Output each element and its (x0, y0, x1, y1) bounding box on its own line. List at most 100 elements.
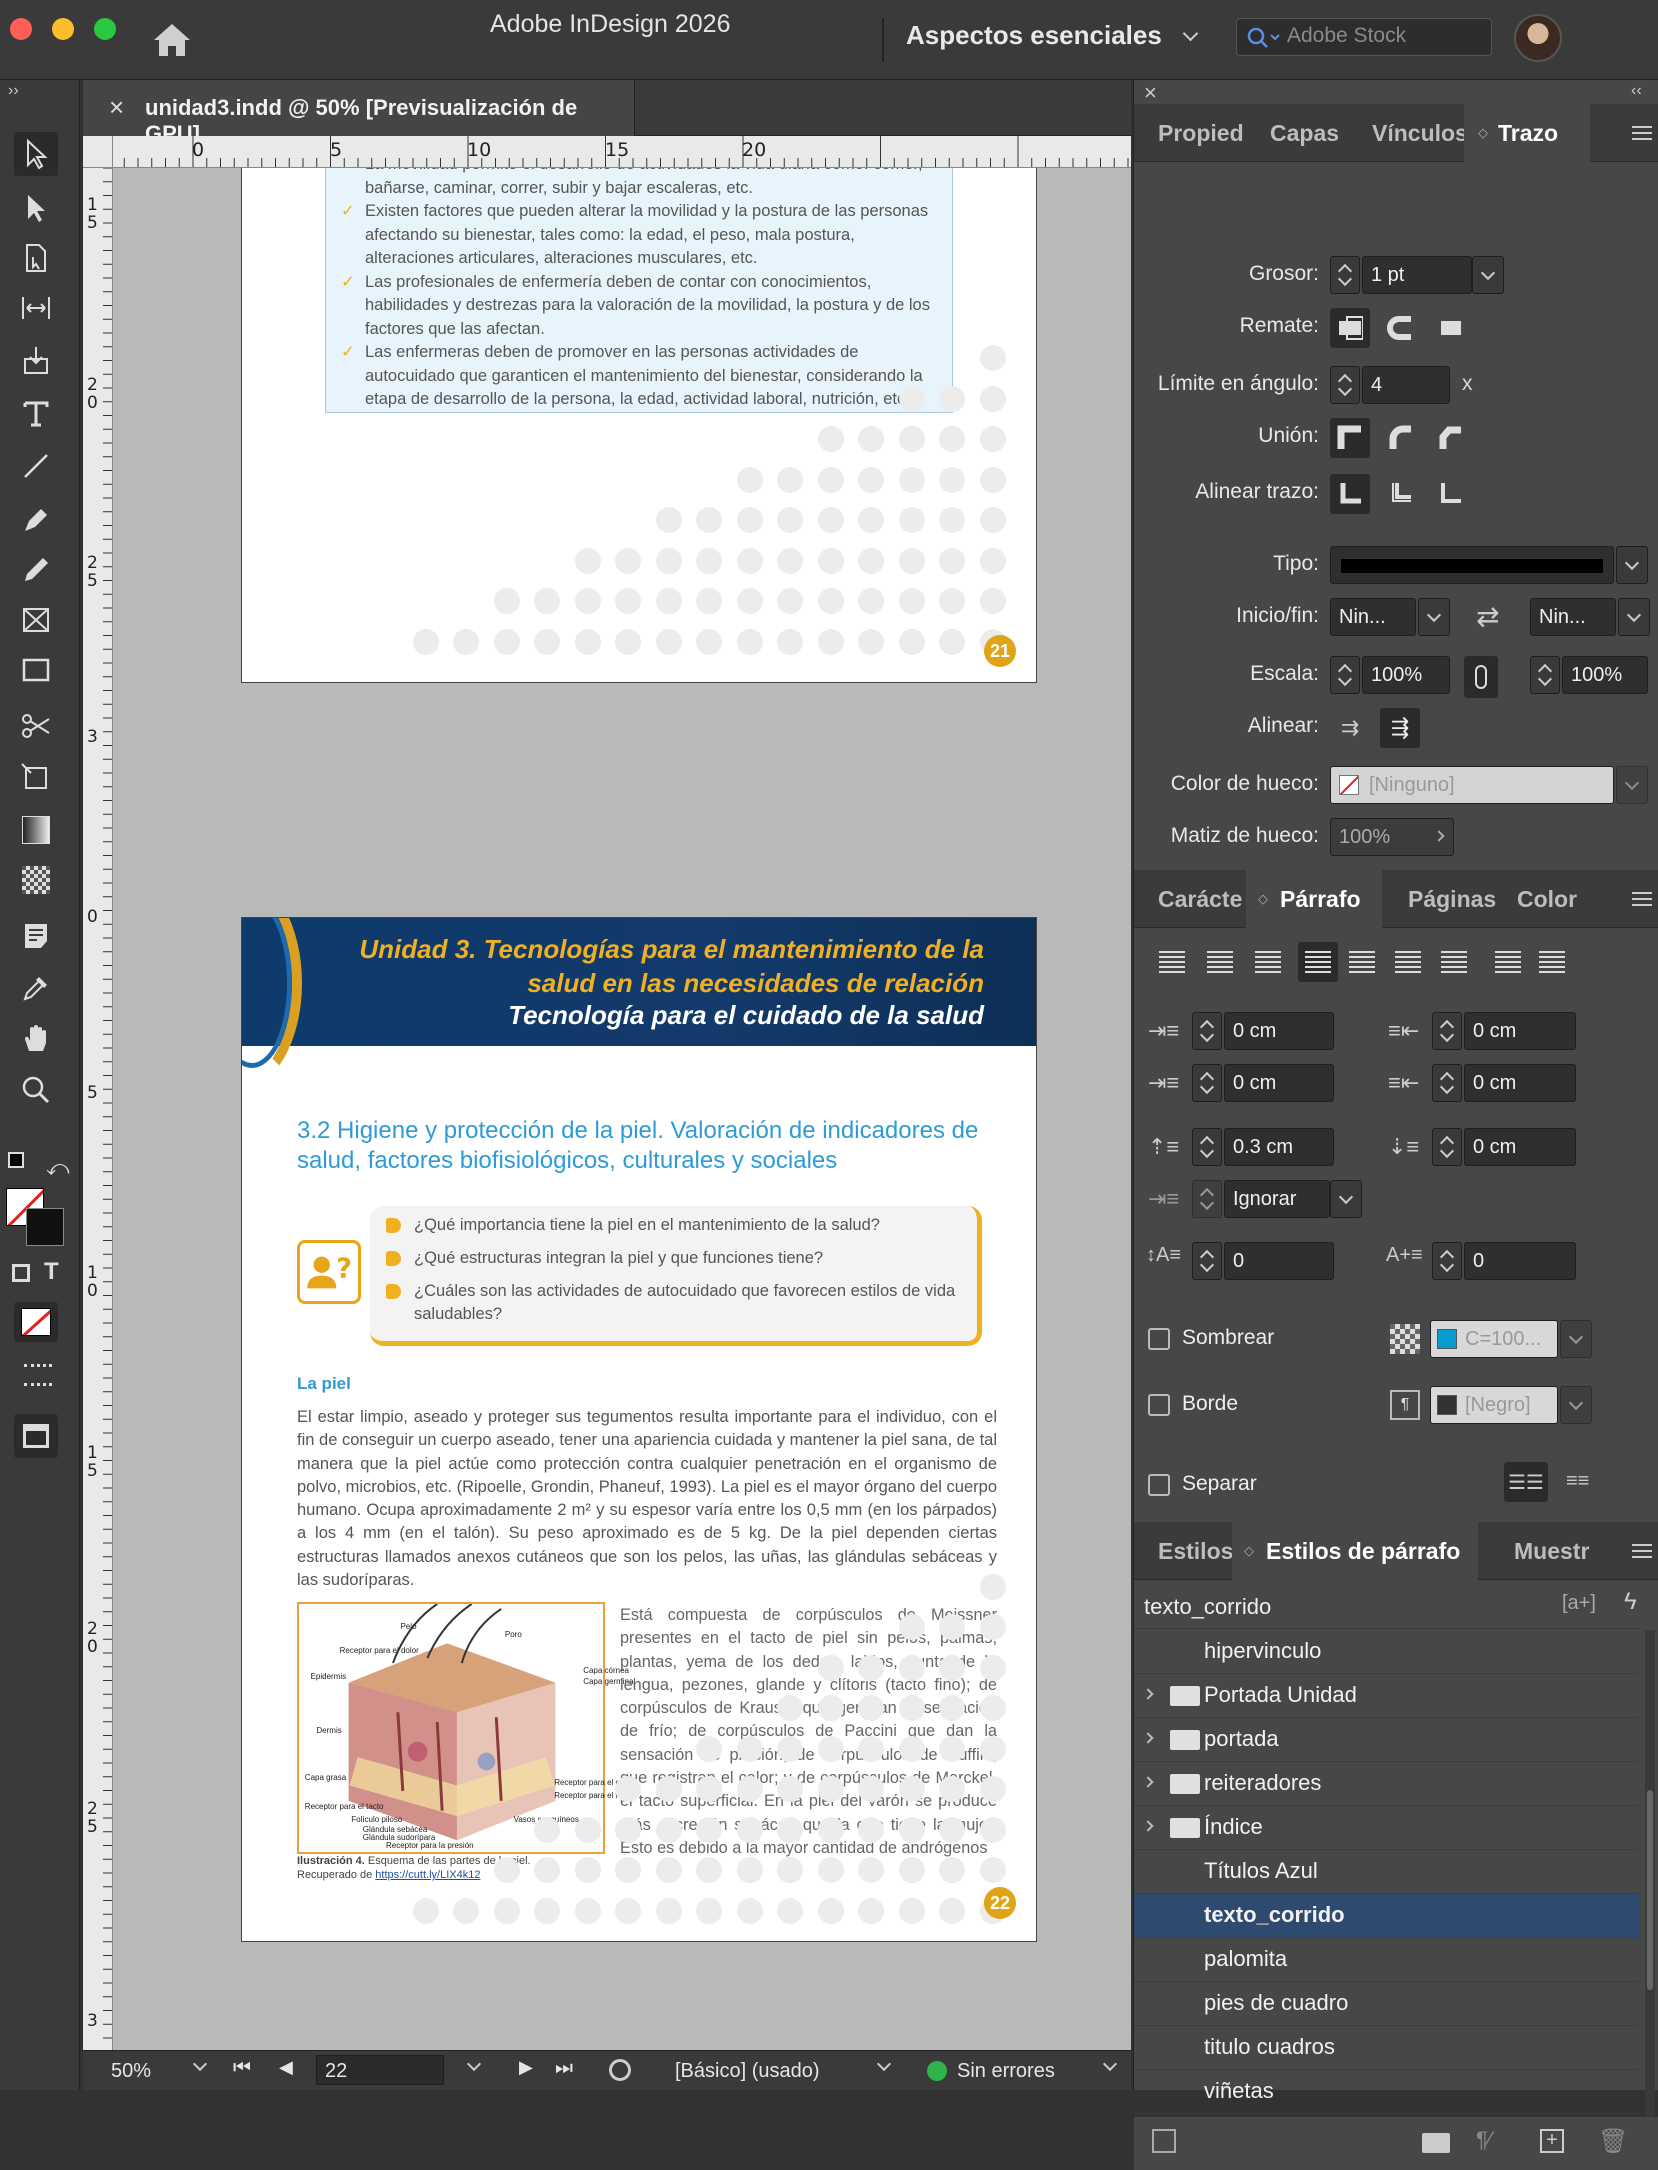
grid-align-dropdown[interactable] (1330, 1180, 1362, 1218)
drop-cap-chars-field[interactable]: 0 (1464, 1242, 1576, 1280)
span-columns-button[interactable]: ☰☰ (1504, 1462, 1548, 1502)
paragraph-style-item[interactable]: texto_corrido (1134, 1894, 1639, 1938)
quick-apply-icon[interactable]: ϟ (1624, 1588, 1637, 1616)
split-columns-icon[interactable]: ≡≡ (1566, 1470, 1589, 1493)
avatar[interactable] (1514, 14, 1562, 62)
paragraph-style-item[interactable]: hipervinculo (1134, 1630, 1639, 1674)
errors-dropdown-icon[interactable] (1102, 2056, 1118, 2072)
align-away-from-spine-button[interactable] (1532, 942, 1572, 982)
chevron-right-icon[interactable] (1142, 1688, 1154, 1700)
border-settings-icon[interactable]: ¶ (1390, 1390, 1420, 1420)
document-tab[interactable]: × unidad3.indd @ 50% [Previsualización d… (83, 80, 635, 146)
paragraph-style-item[interactable]: palomita (1134, 1938, 1639, 1982)
bevel-join-button[interactable] (1430, 418, 1470, 458)
weight-dropdown[interactable] (1472, 256, 1504, 294)
justify-all-button[interactable] (1434, 942, 1474, 982)
chevron-right-icon[interactable] (1142, 1732, 1154, 1744)
round-cap-button[interactable] (1380, 308, 1420, 348)
gradient-tool[interactable] (14, 808, 58, 852)
zoom-level[interactable]: 50% (111, 2060, 151, 2083)
tab-swatches[interactable]: Muestr (1514, 1522, 1594, 1580)
space-after-field[interactable]: 0 cm (1464, 1128, 1576, 1166)
tab-links[interactable]: Vínculos (1372, 104, 1470, 162)
new-folder-icon[interactable] (1422, 2133, 1450, 2153)
close-tab-icon[interactable]: × (109, 92, 124, 123)
grid-align-field[interactable]: Ignorar (1224, 1180, 1330, 1218)
tab-paragraph[interactable]: ◇ Párrafo (1246, 870, 1382, 928)
type-tool[interactable] (14, 392, 58, 436)
align-extend-button[interactable]: ⇉ (1330, 708, 1370, 748)
horizontal-ruler[interactable]: 0 5 10 15 20 (83, 136, 1131, 168)
swap-arrows-icon[interactable]: ⇄ (1476, 600, 1499, 633)
butt-cap-button[interactable] (1330, 308, 1370, 348)
default-colors-icon[interactable] (8, 1152, 24, 1168)
drop-cap-lines-field[interactable]: 0 (1224, 1242, 1334, 1280)
tab-color[interactable]: Color (1517, 870, 1577, 928)
home-icon[interactable] (150, 20, 194, 60)
page-number-field[interactable]: 22 (316, 2055, 444, 2085)
zoom-window-button[interactable] (94, 18, 116, 40)
justify-left-button[interactable] (1298, 942, 1338, 982)
shading-checkbox[interactable] (1148, 1328, 1170, 1350)
page-22[interactable]: Unidad 3. Tecnologías para el mantenimie… (241, 917, 1037, 1942)
space-before-field[interactable]: 0.3 cm (1224, 1128, 1334, 1166)
style-override-icon[interactable] (1152, 2129, 1176, 2153)
eyedropper-tool[interactable] (14, 966, 58, 1010)
next-page-button[interactable]: ▶ (519, 2057, 533, 2078)
new-style-from-selection-icon[interactable]: [a+] (1562, 1592, 1596, 1615)
left-indent-stepper[interactable] (1192, 1012, 1222, 1050)
formatting-text-icon[interactable]: T (44, 1258, 59, 1286)
stroke-swatch[interactable] (26, 1208, 64, 1246)
drop-cap-chars-stepper[interactable] (1432, 1242, 1462, 1280)
free-transform-tool[interactable] (14, 756, 58, 800)
border-checkbox[interactable] (1148, 1394, 1170, 1416)
panel-collapse-icon[interactable]: ‹‹ (1631, 82, 1642, 100)
end-dropdown[interactable] (1618, 598, 1650, 636)
rectangle-tool[interactable] (14, 648, 58, 692)
space-after-stepper[interactable] (1432, 1128, 1462, 1166)
gap-color-dropdown[interactable] (1616, 766, 1648, 804)
rectangle-frame-tool[interactable] (14, 598, 58, 642)
grid-stepper[interactable] (1192, 1180, 1222, 1218)
page-21[interactable]: ✓La movilidad permite el desarrollo de a… (241, 168, 1037, 683)
panel-menu-icon[interactable] (1632, 126, 1652, 140)
apply-none-icon[interactable] (14, 1302, 58, 1342)
right-indent-stepper[interactable] (1432, 1012, 1462, 1050)
border-color-field[interactable]: [Negro] (1430, 1386, 1558, 1424)
scale-end-stepper[interactable] (1530, 656, 1560, 694)
chevron-right-icon[interactable] (1142, 1820, 1154, 1832)
tab-styles[interactable]: Estilos (1158, 1522, 1232, 1580)
vertical-ruler[interactable]: 152025305101520253 (83, 168, 113, 2050)
shading-color-dropdown[interactable] (1560, 1320, 1592, 1358)
content-collector-tool[interactable] (14, 338, 58, 382)
end-field[interactable]: Nin... (1530, 598, 1616, 636)
first-line-stepper[interactable] (1192, 1064, 1222, 1102)
shading-settings-icon[interactable] (1390, 1324, 1420, 1354)
delete-style-icon[interactable]: 🗑 (1598, 2127, 1628, 2156)
workspace-switcher[interactable]: Aspectos esenciales (906, 20, 1199, 51)
view-mode-icon[interactable] (24, 1364, 52, 1386)
close-window-button[interactable] (10, 18, 32, 40)
right-indent-field[interactable]: 0 cm (1464, 1012, 1576, 1050)
tab-paragraph-styles[interactable]: ◇ Estilos de párrafo (1232, 1522, 1478, 1580)
shading-color-field[interactable]: C=100... (1430, 1320, 1558, 1358)
scale-start-stepper[interactable] (1330, 656, 1360, 694)
swap-fill-stroke-icon[interactable]: ⤺ (46, 1155, 70, 1181)
clear-overrides-icon[interactable]: ¶⁄ (1476, 2127, 1492, 2153)
adobe-stock-search[interactable]: Adobe Stock (1236, 18, 1492, 56)
align-center-button[interactable] (1200, 942, 1240, 982)
last-page-button[interactable]: ⏭ (555, 2057, 573, 2080)
hand-tool[interactable] (14, 1016, 58, 1060)
tab-pages[interactable]: Páginas (1408, 870, 1496, 928)
new-style-icon[interactable]: + (1540, 2129, 1564, 2153)
gap-tint-field[interactable]: 100% (1330, 818, 1454, 856)
miter-join-button[interactable] (1330, 418, 1370, 458)
screen-mode-icon[interactable] (14, 1414, 58, 1458)
minimize-window-button[interactable] (52, 18, 74, 40)
scissors-tool[interactable] (14, 704, 58, 748)
gap-tool[interactable] (14, 286, 58, 330)
gradient-feather-tool[interactable] (14, 858, 58, 902)
page-dropdown-icon[interactable] (466, 2056, 482, 2072)
scale-start-field[interactable]: 100% (1362, 656, 1450, 694)
miter-field[interactable]: 4 (1362, 366, 1450, 404)
